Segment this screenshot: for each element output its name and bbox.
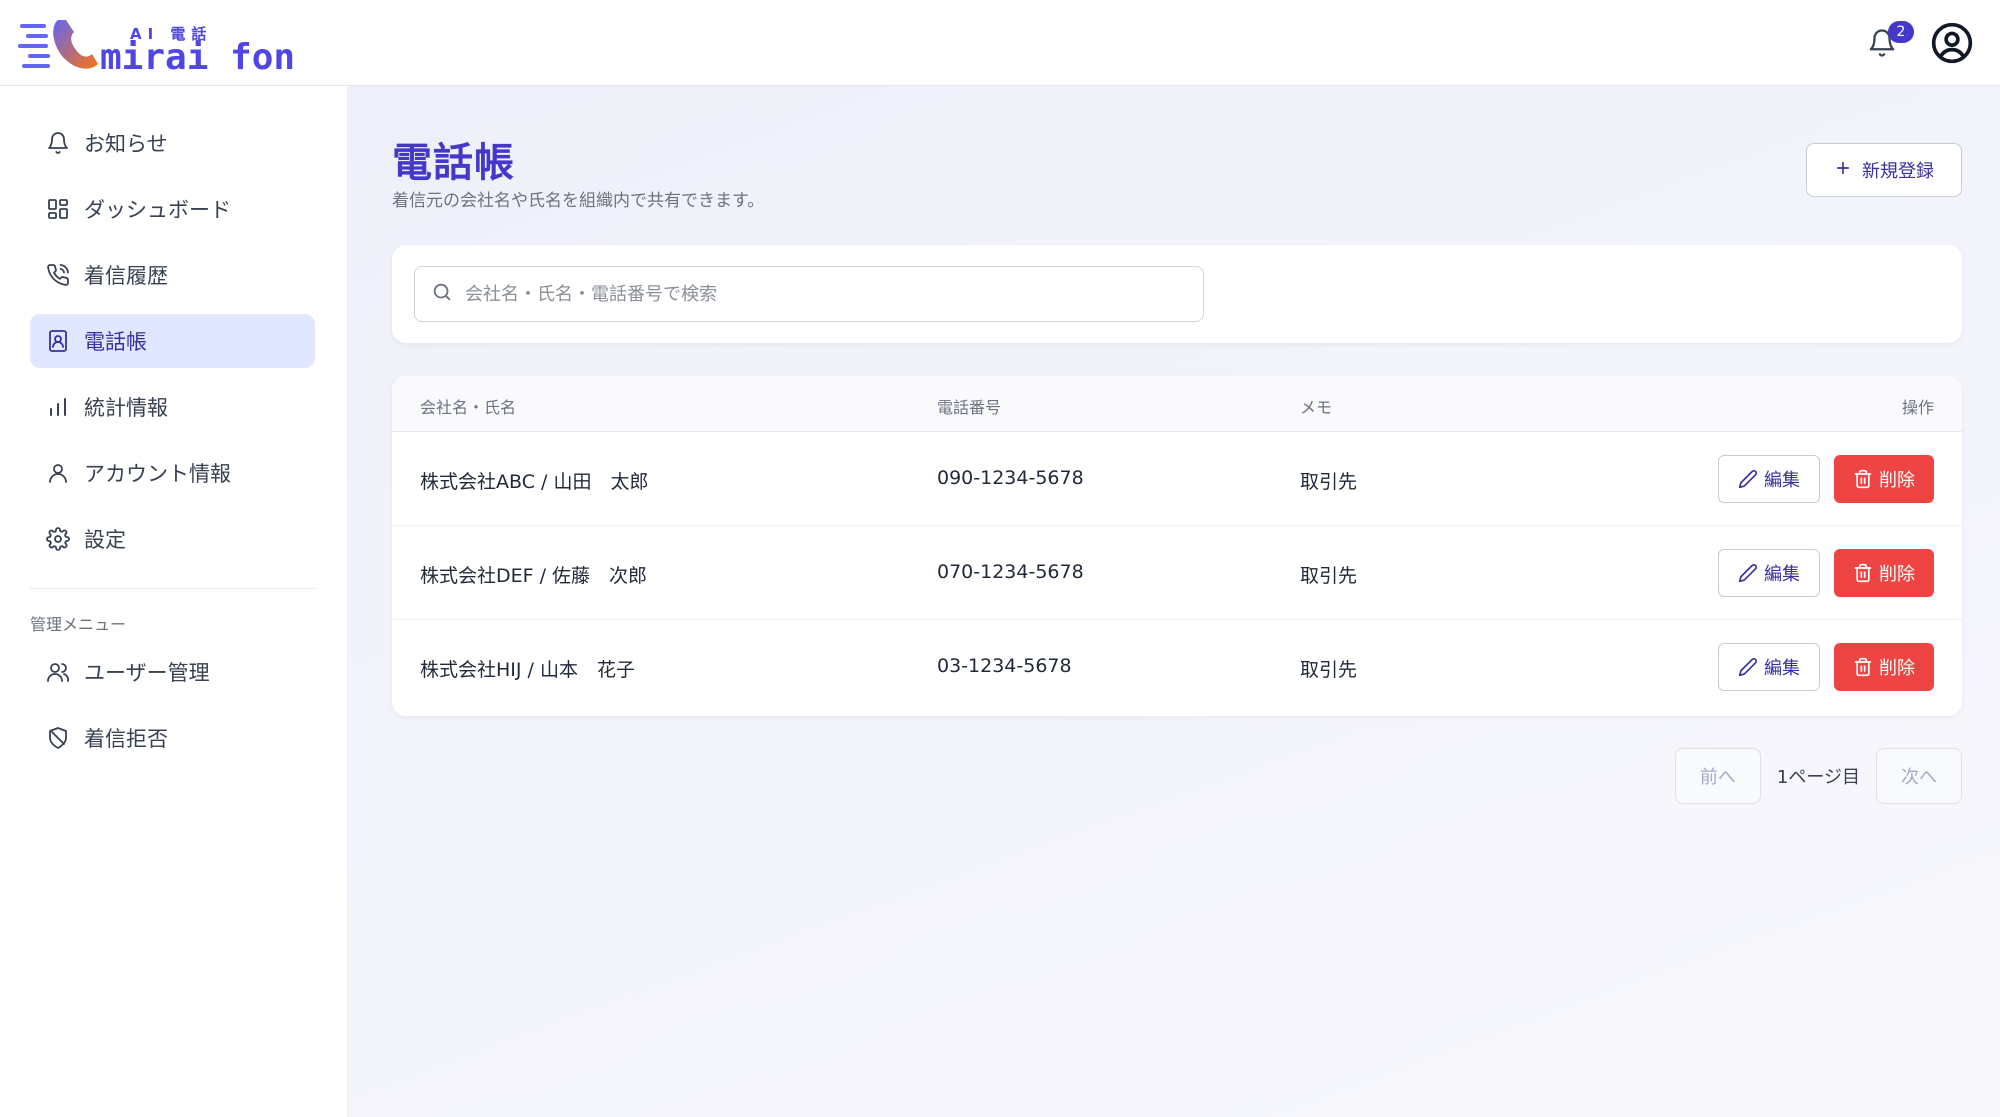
new-register-button[interactable]: 新規登録 xyxy=(1806,143,1962,197)
column-header-name: 会社名・氏名 xyxy=(420,398,517,417)
search-box[interactable] xyxy=(414,266,1204,322)
sidebar-item-label: 着信履歴 xyxy=(84,264,168,288)
sidebar-item-phonebook[interactable]: 電話帳 xyxy=(30,314,315,368)
shield-slash-icon xyxy=(44,724,72,752)
sidebar-item-label: アカウント情報 xyxy=(84,462,231,486)
sidebar-divider xyxy=(30,588,315,589)
column-header-actions: 操作 xyxy=(1901,398,1934,417)
sidebar-item-label: お知らせ xyxy=(84,132,168,156)
column-header-phone: 電話番号 xyxy=(937,398,1002,417)
contact-book-icon xyxy=(44,327,72,355)
edit-button[interactable]: 編集 xyxy=(1718,549,1820,597)
sidebar-item-label: 統計情報 xyxy=(84,396,168,420)
contact-memo: 取引先 xyxy=(1300,471,1358,493)
contact-memo: 取引先 xyxy=(1300,659,1358,681)
sidebar-item-call-blocking[interactable]: 着信拒否 xyxy=(30,711,315,765)
edit-label: 編集 xyxy=(1764,564,1800,585)
phone-incoming-icon xyxy=(44,261,72,289)
trash-icon xyxy=(1854,563,1872,583)
sidebar-item-user-management[interactable]: ユーザー管理 xyxy=(30,645,315,699)
sidebar-item-label: ユーザー管理 xyxy=(84,661,210,685)
notification-badge: 2 xyxy=(1888,20,1914,43)
column-header-memo: メモ xyxy=(1300,398,1333,417)
sidebar-item-notifications[interactable]: お知らせ xyxy=(30,116,315,170)
delete-button[interactable]: 削除 xyxy=(1834,643,1934,691)
sidebar-item-dashboard[interactable]: ダッシュボード xyxy=(30,182,315,236)
sidebar-item-account[interactable]: アカウント情報 xyxy=(30,446,315,500)
contact-name: 株式会社ABC / 山田 太郎 xyxy=(420,471,649,493)
pencil-icon xyxy=(1738,658,1757,677)
gear-icon xyxy=(44,525,72,553)
plus-icon xyxy=(1834,159,1852,182)
contact-phone: 070-1234-5678 xyxy=(937,561,1084,583)
new-register-label: 新規登録 xyxy=(1862,161,1934,182)
delete-label: 削除 xyxy=(1879,470,1915,491)
table-row: 株式会社HIJ / 山本 花子 03-1234-5678 取引先 編集 削除 xyxy=(392,620,1962,714)
table-row: 株式会社ABC / 山田 太郎 090-1234-5678 取引先 編集 削除 xyxy=(392,432,1962,526)
sidebar-item-settings[interactable]: 設定 xyxy=(30,512,315,566)
edit-label: 編集 xyxy=(1764,470,1800,491)
account-avatar-button[interactable] xyxy=(1930,21,1974,65)
edit-button[interactable]: 編集 xyxy=(1718,455,1820,503)
pencil-icon xyxy=(1738,470,1757,489)
contact-memo: 取引先 xyxy=(1300,565,1358,587)
logo-wordmark: mirai fon xyxy=(100,36,296,78)
grid-icon xyxy=(44,195,72,223)
user-circle-icon xyxy=(1931,22,1973,63)
contact-name: 株式会社DEF / 佐藤 次郎 xyxy=(420,565,648,587)
page-title: 電話帳 xyxy=(392,140,515,186)
contacts-table: 会社名・氏名 電話番号 メモ 操作 株式会社ABC / 山田 太郎 090-12… xyxy=(392,376,1962,716)
next-page-button[interactable]: 次へ xyxy=(1876,748,1962,804)
edit-button[interactable]: 編集 xyxy=(1718,643,1820,691)
page-indicator: 1ページ目 xyxy=(1776,767,1860,788)
sidebar-item-label: ダッシュボード xyxy=(84,198,231,222)
search-card xyxy=(392,245,1962,343)
table-row: 株式会社DEF / 佐藤 次郎 070-1234-5678 取引先 編集 削除 xyxy=(392,526,1962,620)
table-header: 会社名・氏名 電話番号 メモ 操作 xyxy=(392,376,1962,432)
delete-button[interactable]: 削除 xyxy=(1834,455,1934,503)
bar-chart-icon xyxy=(44,393,72,421)
edit-label: 編集 xyxy=(1764,658,1800,679)
contact-phone: 090-1234-5678 xyxy=(937,467,1084,489)
sidebar-item-call-history[interactable]: 着信履歴 xyxy=(30,248,315,302)
trash-icon xyxy=(1854,469,1872,489)
admin-menu-label: 管理メニュー xyxy=(30,615,127,634)
delete-label: 削除 xyxy=(1879,658,1915,679)
prev-page-button[interactable]: 前へ xyxy=(1674,748,1761,804)
pagination: 前へ 1ページ目 次へ xyxy=(1674,748,1962,804)
sidebar-item-label: 設定 xyxy=(84,528,126,552)
sidebar: お知らせ ダッシュボード 着信履歴 電話帳 統計情報 アカウント情報 設定 管理… xyxy=(0,86,348,1117)
trash-icon xyxy=(1854,657,1872,677)
search-icon xyxy=(431,281,453,307)
main-content: 電話帳 着信元の会社名や氏名を組織内で共有できます。 新規登録 会社名・氏名 電… xyxy=(348,86,2000,1117)
delete-label: 削除 xyxy=(1879,564,1915,585)
sidebar-item-label: 着信拒否 xyxy=(84,727,168,751)
user-icon xyxy=(44,459,72,487)
contact-name: 株式会社HIJ / 山本 花子 xyxy=(420,659,635,681)
logo-phone-icon xyxy=(18,19,98,69)
users-icon xyxy=(44,658,72,686)
bell-icon xyxy=(44,129,72,157)
sidebar-item-label: 電話帳 xyxy=(84,330,147,354)
logo[interactable]: AI 電話 mirai fon xyxy=(18,13,310,78)
top-header: AI 電話 mirai fon 2 xyxy=(0,0,2000,86)
sidebar-item-statistics[interactable]: 統計情報 xyxy=(30,380,315,434)
contact-phone: 03-1234-5678 xyxy=(937,655,1072,677)
notification-button[interactable]: 2 xyxy=(1864,20,1914,63)
pencil-icon xyxy=(1738,564,1757,583)
page-subtitle: 着信元の会社名や氏名を組織内で共有できます。 xyxy=(392,191,765,211)
delete-button[interactable]: 削除 xyxy=(1834,549,1934,597)
search-input[interactable] xyxy=(465,283,1185,305)
